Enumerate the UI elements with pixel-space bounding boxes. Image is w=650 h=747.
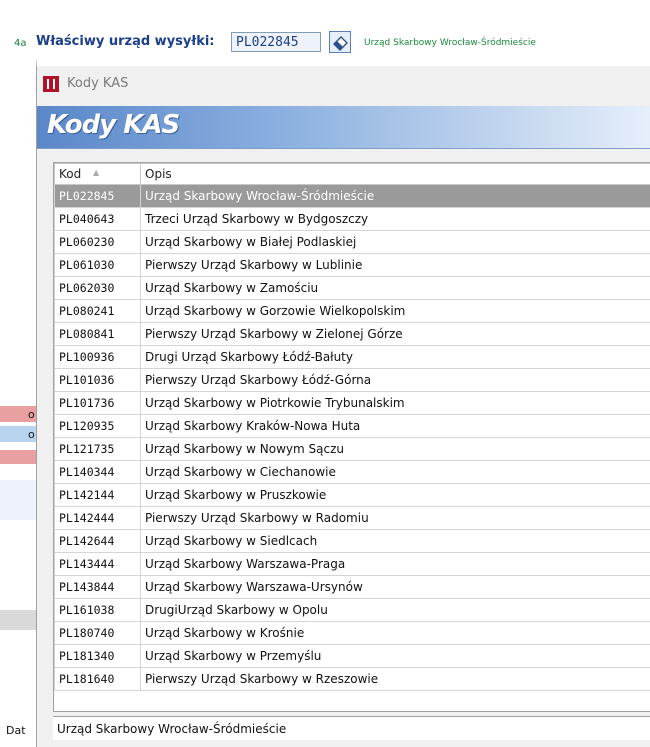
column-header-kod[interactable]: Kod ▲ <box>54 163 141 185</box>
cell-kod: PL061030 <box>54 253 141 277</box>
office-code-field[interactable]: PL022845 <box>231 32 321 52</box>
cell-kod: PL101736 <box>54 391 141 415</box>
cell-opis: Urząd Skarbowy w Piotrkowie Trybunalskim <box>140 391 650 415</box>
table-row[interactable]: PL140344 Urząd Skarbowy w Ciechanowie <box>54 460 650 484</box>
column-header-label: Kod <box>59 167 82 181</box>
cell-kod: PL062030 <box>54 276 141 300</box>
table-row[interactable]: PL100936 Drugi Urząd Skarbowy Łódź-Bałuty <box>54 345 650 369</box>
cell-kod: PL101036 <box>54 368 141 392</box>
cell-kod: PL080241 <box>54 299 141 323</box>
table-row[interactable]: PL080241 Urząd Skarbowy w Gorzowie Wielko… <box>54 299 650 323</box>
cell-kod: PL040643 <box>54 207 141 231</box>
cell-opis: Urząd Skarbowy w Pruszkowie <box>140 483 650 507</box>
dialog-titlebar[interactable]: Kody KAS <box>37 66 650 106</box>
background-form-strip: Dat oo <box>0 60 37 747</box>
cell-opis: Urząd Skarbowy Warszawa-Praga <box>140 552 650 576</box>
cell-opis: Urząd Skarbowy w Siedlcach <box>140 529 650 553</box>
banner-title: Kody KAS <box>47 110 180 140</box>
table-row[interactable]: PL142644 Urząd Skarbowy w Siedlcach <box>54 529 650 553</box>
cell-opis: Urząd Skarbowy Warszawa-Ursynów <box>140 575 650 599</box>
table-row[interactable]: PL142144 Urząd Skarbowy w Pruszkowie <box>54 483 650 507</box>
date-label: Dat <box>6 724 26 737</box>
table-row[interactable]: PL101736 Urząd Skarbowy w Piotrkowie Tryb… <box>54 391 650 415</box>
dialog-banner: Kody KAS <box>37 106 650 149</box>
cell-kod: PL143844 <box>54 575 141 599</box>
table-row[interactable]: PL060230 Urząd Skarbowy w Białej Podlaski… <box>54 230 650 254</box>
cell-kod: PL142444 <box>54 506 141 530</box>
cell-opis: Urząd Skarbowy w Nowym Sączu <box>140 437 650 461</box>
sort-ascending-icon: ▲ <box>93 168 100 177</box>
table-row[interactable]: PL101036 Pierwszy Urząd Skarbowy Łódź-Gór… <box>54 368 650 392</box>
column-header-label: Opis <box>145 167 172 181</box>
cell-opis: Pierwszy Urząd Skarbowy w Rzeszowie <box>140 667 650 691</box>
cell-kod: PL060230 <box>54 230 141 254</box>
table-row[interactable]: PL040643 Trzeci Urząd Skarbowy w Bydgoszc… <box>54 207 650 231</box>
cell-opis: Urząd Skarbowy w Ciechanowie <box>140 460 650 484</box>
column-header-opis[interactable]: Opis <box>140 163 650 185</box>
cell-opis: Drugi Urząd Skarbowy Łódź-Bałuty <box>140 345 650 369</box>
table-row[interactable]: PL120935 Urząd Skarbowy Kraków-Nowa Huta <box>54 414 650 438</box>
row-marker-red <box>0 450 36 464</box>
table-row[interactable]: PL061030 Pierwszy Urząd Skarbowy w Lublin… <box>54 253 650 277</box>
cell-opis: Pierwszy Urząd Skarbowy w Zielonej Górze <box>140 322 650 346</box>
cell-kod: PL100936 <box>54 345 141 369</box>
window-title: Kody KAS <box>67 76 129 91</box>
table-row[interactable]: PL022845 Urząd Skarbowy Wrocław-Śródmieśc… <box>54 184 650 208</box>
cell-opis: Urząd Skarbowy w Przemyślu <box>140 644 650 668</box>
field-number: 4a <box>14 38 27 49</box>
cell-opis: Urząd Skarbowy w Białej Podlaskiej <box>140 230 650 254</box>
table-row[interactable]: PL161038 DrugiUrząd Skarbowy w Opolu <box>54 598 650 622</box>
field-label: Właściwy urząd wysyłki: <box>36 34 215 49</box>
codes-grid[interactable]: Kod ▲ Opis PL022845 Urząd Skarbowy Wrocła… <box>53 162 650 712</box>
kody-kas-dialog: Kody KAS Kody KAS Kod ▲ Opis PL022845 Urz… <box>36 66 650 747</box>
row-band <box>0 610 36 630</box>
cell-kod: PL181340 <box>54 644 141 668</box>
cell-kod: PL080841 <box>54 322 141 346</box>
cell-kod: PL180740 <box>54 621 141 645</box>
table-row[interactable]: PL181340 Urząd Skarbowy w Przemyślu <box>54 644 650 668</box>
cell-opis: DrugiUrząd Skarbowy w Opolu <box>140 598 650 622</box>
table-row[interactable]: PL143844 Urząd Skarbowy Warszawa-Ursynów <box>54 575 650 599</box>
table-row[interactable]: PL142444 Pierwszy Urząd Skarbowy w Radomi… <box>54 506 650 530</box>
cell-kod: PL143444 <box>54 552 141 576</box>
cell-kod: PL142144 <box>54 483 141 507</box>
row-band <box>0 480 36 520</box>
row-marker-label: o <box>28 408 35 421</box>
eraser-icon <box>333 36 348 51</box>
table-row[interactable]: PL143444 Urząd Skarbowy Warszawa-Praga <box>54 552 650 576</box>
cell-opis: Pierwszy Urząd Skarbowy Łódź-Górna <box>140 368 650 392</box>
app-icon <box>43 76 59 92</box>
cell-opis: Urząd Skarbowy w Gorzowie Wielkopolskim <box>140 299 650 323</box>
codes-table: Kod ▲ Opis PL022845 Urząd Skarbowy Wrocła… <box>54 163 650 691</box>
selected-description: Urząd Skarbowy Wrocław-Śródmieście <box>53 716 650 740</box>
cell-opis: Pierwszy Urząd Skarbowy w Lublinie <box>140 253 650 277</box>
cell-opis: Urząd Skarbowy Wrocław-Śródmieście <box>140 184 650 208</box>
cell-kod: PL022845 <box>54 184 141 208</box>
cell-kod: PL181640 <box>54 667 141 691</box>
table-header-row: Kod ▲ Opis <box>54 163 650 185</box>
cell-kod: PL142644 <box>54 529 141 553</box>
table-row[interactable]: PL062030 Urząd Skarbowy w Zamościu <box>54 276 650 300</box>
clear-button[interactable] <box>329 31 351 53</box>
cell-opis: Urząd Skarbowy w Zamościu <box>140 276 650 300</box>
table-row[interactable]: PL181640 Pierwszy Urząd Skarbowy w Rzeszo… <box>54 667 650 691</box>
cell-opis: Urząd Skarbowy Kraków-Nowa Huta <box>140 414 650 438</box>
row-marker-label: o <box>28 428 35 441</box>
table-row[interactable]: PL121735 Urząd Skarbowy w Nowym Sączu <box>54 437 650 461</box>
cell-opis: Trzeci Urząd Skarbowy w Bydgoszczy <box>140 207 650 231</box>
table-row[interactable]: PL180740 Urząd Skarbowy w Krośnie <box>54 621 650 645</box>
cell-kod: PL161038 <box>54 598 141 622</box>
office-name-label: Urząd Skarbowy Wrocław-Śródmieście <box>364 38 536 48</box>
table-row[interactable]: PL080841 Pierwszy Urząd Skarbowy w Zielon… <box>54 322 650 346</box>
cell-kod: PL120935 <box>54 414 141 438</box>
cell-kod: PL121735 <box>54 437 141 461</box>
cell-opis: Urząd Skarbowy w Krośnie <box>140 621 650 645</box>
cell-kod: PL140344 <box>54 460 141 484</box>
form-header: 4a Właściwy urząd wysyłki: PL022845 Urzą… <box>0 0 650 64</box>
cell-opis: Pierwszy Urząd Skarbowy w Radomiu <box>140 506 650 530</box>
